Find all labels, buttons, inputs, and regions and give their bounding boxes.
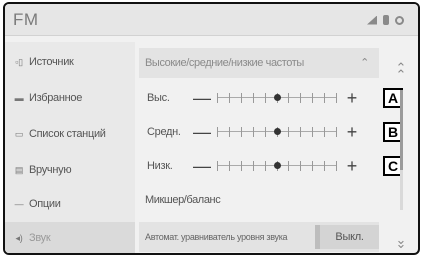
sidebar-item-options[interactable]: — Опции: [5, 188, 135, 220]
slider-tick: [264, 161, 266, 171]
eq-row-label: Средн.: [147, 126, 181, 138]
mixer-balance-item[interactable]: Микшер/баланс: [145, 194, 221, 206]
slider-tick: [312, 161, 314, 171]
sound-icon: ◂): [15, 232, 23, 243]
fm-screen: FM ▫▯ Источник ▬ Избранное ▭ Список стан…: [3, 2, 420, 255]
slider-knob[interactable]: [273, 128, 281, 135]
slider-knob[interactable]: [273, 94, 281, 101]
slider-tick: [240, 161, 242, 171]
slider-tick: [312, 127, 314, 137]
slider-tick: [264, 93, 266, 103]
options-icon: —: [14, 199, 24, 209]
header-bar: FM: [5, 4, 418, 36]
scroll-down-icon[interactable]: ⌄ ⌄: [391, 232, 411, 252]
avc-label: Автомат. уравниватель уровня звука: [145, 232, 288, 242]
frequency-header-label: Высокие/средние/низкие частоты: [145, 57, 304, 69]
slider-knob[interactable]: [273, 162, 281, 169]
eq-row-high: Выс. — +: [139, 84, 379, 112]
slider-tick: [228, 93, 230, 103]
station-list-icon: ▭: [14, 128, 24, 139]
eq-mid-minus-button[interactable]: —: [187, 118, 217, 146]
slider-tick: [217, 127, 218, 137]
eq-row-low: Низк. — +: [139, 152, 379, 180]
eq-high-minus-button[interactable]: —: [187, 84, 217, 112]
favorites-icon: ▬: [14, 93, 24, 103]
scrollbar-thumb[interactable]: [400, 90, 403, 170]
slider-tick: [300, 93, 302, 103]
eq-low-slider[interactable]: [217, 159, 337, 173]
frequency-section-header[interactable]: Высокие/средние/низкие частоты ⌃: [139, 48, 379, 78]
status-icons: [367, 15, 404, 25]
slider-tick: [300, 161, 302, 171]
chevron-up-icon: ⌃: [395, 67, 407, 82]
sidebar-item-sound[interactable]: ◂) Звук: [5, 222, 135, 253]
avc-row: Автомат. уравниватель уровня звука Выкл.: [139, 222, 379, 252]
slider-tick: [336, 93, 337, 103]
slider-tick: [324, 127, 326, 137]
slider-tick: [252, 161, 254, 171]
chevron-down-icon: ⌄: [395, 236, 407, 251]
eq-row-label: Выс.: [147, 92, 170, 104]
slider-tick: [336, 127, 337, 137]
sidebar-item-favorites[interactable]: ▬ Избранное: [5, 82, 135, 114]
eq-high-slider[interactable]: [217, 91, 337, 105]
slider-tick: [240, 93, 242, 103]
slider-tick: [300, 127, 302, 137]
sidebar-item-label: Опции: [29, 198, 61, 210]
slider-tick: [228, 161, 230, 171]
sidebar-item-label: Вручную: [29, 164, 72, 176]
slider-tick: [336, 161, 337, 171]
eq-low-plus-button[interactable]: +: [337, 152, 367, 180]
slider-tick: [252, 127, 254, 137]
manual-icon: ▤: [14, 164, 24, 175]
sidebar-item-label: Звук: [29, 232, 51, 244]
slider-tick: [324, 161, 326, 171]
source-icon: ▫▯: [15, 56, 23, 67]
sidebar-item-source[interactable]: ▫▯ Источник: [5, 46, 135, 78]
scrollbar[interactable]: [400, 90, 403, 210]
slider-tick: [288, 93, 290, 103]
sidebar-item-label: Источник: [29, 56, 74, 68]
avc-toggle-button[interactable]: Выкл.: [315, 225, 379, 249]
signal-icon: [367, 15, 377, 25]
slider-tick: [252, 93, 254, 103]
page-title: FM: [13, 10, 39, 29]
eq-row-mid: Средн. — +: [139, 118, 379, 146]
eq-low-minus-button[interactable]: —: [187, 152, 217, 180]
settings-icon[interactable]: [395, 15, 404, 25]
slider-tick: [217, 93, 218, 103]
scroll-up-icon[interactable]: ⌃ ⌃: [391, 60, 411, 83]
sidebar-item-label: Избранное: [29, 92, 83, 104]
slider-tick: [228, 127, 230, 137]
eq-mid-slider[interactable]: [217, 125, 337, 139]
slider-tick: [217, 161, 218, 171]
battery-icon: [383, 15, 389, 25]
sidebar-item-station-list[interactable]: ▭ Список станций: [5, 118, 135, 150]
sidebar-item-manual[interactable]: ▤ Вручную: [5, 154, 135, 186]
eq-mid-plus-button[interactable]: +: [337, 118, 367, 146]
slider-tick: [240, 127, 242, 137]
slider-tick: [264, 127, 266, 137]
sidebar-item-label: Список станций: [29, 128, 106, 140]
slider-tick: [324, 93, 326, 103]
caret-up-icon: ⌃: [360, 57, 369, 69]
eq-high-plus-button[interactable]: +: [337, 84, 367, 112]
eq-row-label: Низк.: [147, 160, 173, 172]
slider-tick: [288, 161, 290, 171]
sidebar: ▫▯ Источник ▬ Избранное ▭ Список станций…: [5, 42, 135, 253]
slider-tick: [288, 127, 290, 137]
sound-settings-panel: Высокие/средние/низкие частоты ⌃ Выс. — …: [139, 42, 411, 253]
slider-tick: [312, 93, 314, 103]
